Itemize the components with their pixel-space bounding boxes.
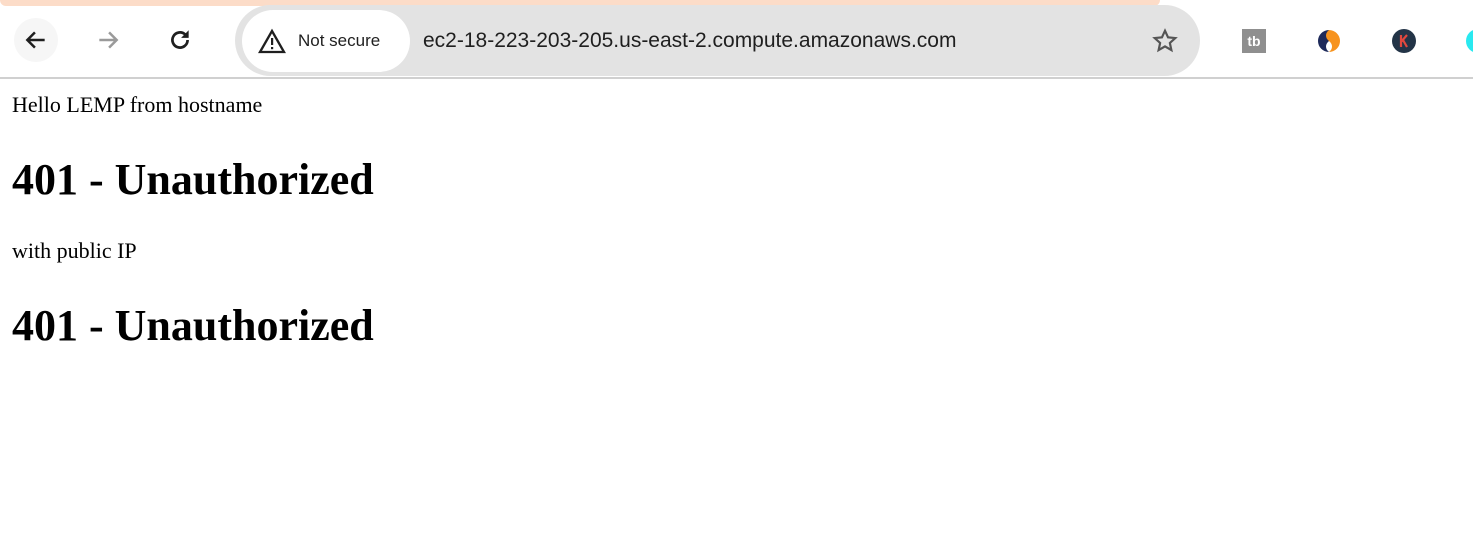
browser-toolbar: Not secure ec2-18-223-203-205.us-east-2.… [0, 0, 1473, 79]
forward-icon [99, 31, 119, 49]
extension-cyan-icon[interactable] [1466, 29, 1473, 53]
back-button[interactable] [14, 18, 58, 62]
site-info-chip[interactable]: Not secure [242, 10, 410, 72]
reload-icon [171, 30, 189, 49]
reload-button[interactable] [158, 18, 202, 62]
hostname-heading: 401 - Unauthorized [12, 155, 374, 204]
extension-tb-icon[interactable]: tb [1242, 29, 1266, 53]
forward-button[interactable] [86, 18, 130, 62]
extension-s-icon[interactable] [1317, 29, 1341, 53]
security-label: Not secure [298, 31, 381, 50]
back-icon [25, 31, 45, 49]
star-icon[interactable] [1152, 28, 1178, 54]
url-text[interactable]: ec2-18-223-203-205.us-east-2.compute.ama… [423, 28, 956, 54]
extension-k-icon[interactable] [1392, 29, 1416, 53]
public-ip-text: with public IP [12, 238, 137, 263]
public-ip-heading: 401 - Unauthorized [12, 301, 374, 350]
warning-icon [258, 28, 286, 54]
hostname-text: Hello LEMP from hostname [12, 92, 263, 117]
